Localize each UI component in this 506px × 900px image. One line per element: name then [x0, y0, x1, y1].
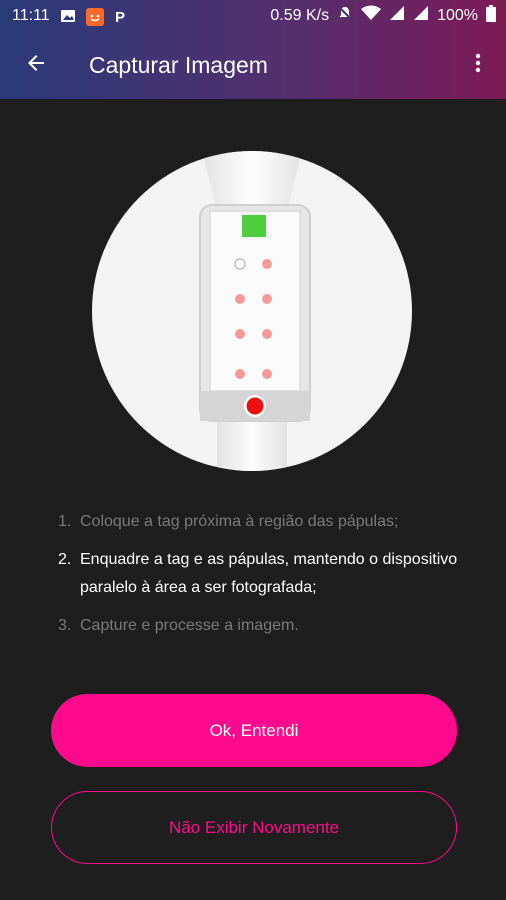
back-button[interactable] — [8, 37, 64, 93]
step-text: Coloque a tag próxima à região das pápul… — [80, 513, 399, 530]
step-number: 3. — [58, 617, 72, 634]
step-text: Enquadre a tag e as pápulas, mantendo o … — [80, 551, 458, 596]
instruction-step: 1. Coloque a tag próxima à região das pá… — [58, 508, 478, 536]
parking-icon: P — [112, 8, 128, 26]
arrow-left-icon — [24, 51, 48, 80]
more-vertical-icon — [475, 53, 481, 78]
instruction-step-active: 2. Enquadre a tag e as pápulas, mantendo… — [58, 546, 478, 602]
signal-icon — [413, 5, 429, 26]
status-time: 11:11 — [12, 6, 50, 24]
app-notification-icon — [85, 7, 104, 26]
capture-illustration — [92, 151, 412, 471]
mute-icon — [337, 5, 353, 26]
network-speed: 0.59 K/s — [270, 6, 330, 24]
instruction-step: 3. Capture e processe a imagem. — [58, 612, 478, 640]
image-icon — [60, 8, 76, 24]
step-number: 1. — [58, 513, 72, 530]
step-text: Capture e processe a imagem. — [80, 617, 299, 634]
instruction-list: 1. Coloque a tag próxima à região das pá… — [58, 508, 478, 650]
dont-show-again-button[interactable]: Não Exibir Novamente — [51, 791, 457, 864]
battery-percent: 100% — [437, 6, 478, 24]
ok-understood-button[interactable]: Ok, Entendi — [51, 694, 457, 767]
wifi-icon — [361, 5, 382, 26]
page-title: Capturar Imagem — [89, 51, 268, 78]
signal-icon — [389, 5, 405, 26]
overflow-menu-button[interactable] — [458, 37, 498, 93]
svg-text:P: P — [115, 9, 125, 24]
app-bar: Capturar Imagem — [0, 31, 506, 99]
phone-tag-illustration — [199, 151, 311, 471]
step-number: 2. — [58, 551, 72, 568]
battery-icon — [486, 4, 496, 27]
status-bar: 11:11 P 0.59 K/s 100% — [0, 0, 506, 31]
